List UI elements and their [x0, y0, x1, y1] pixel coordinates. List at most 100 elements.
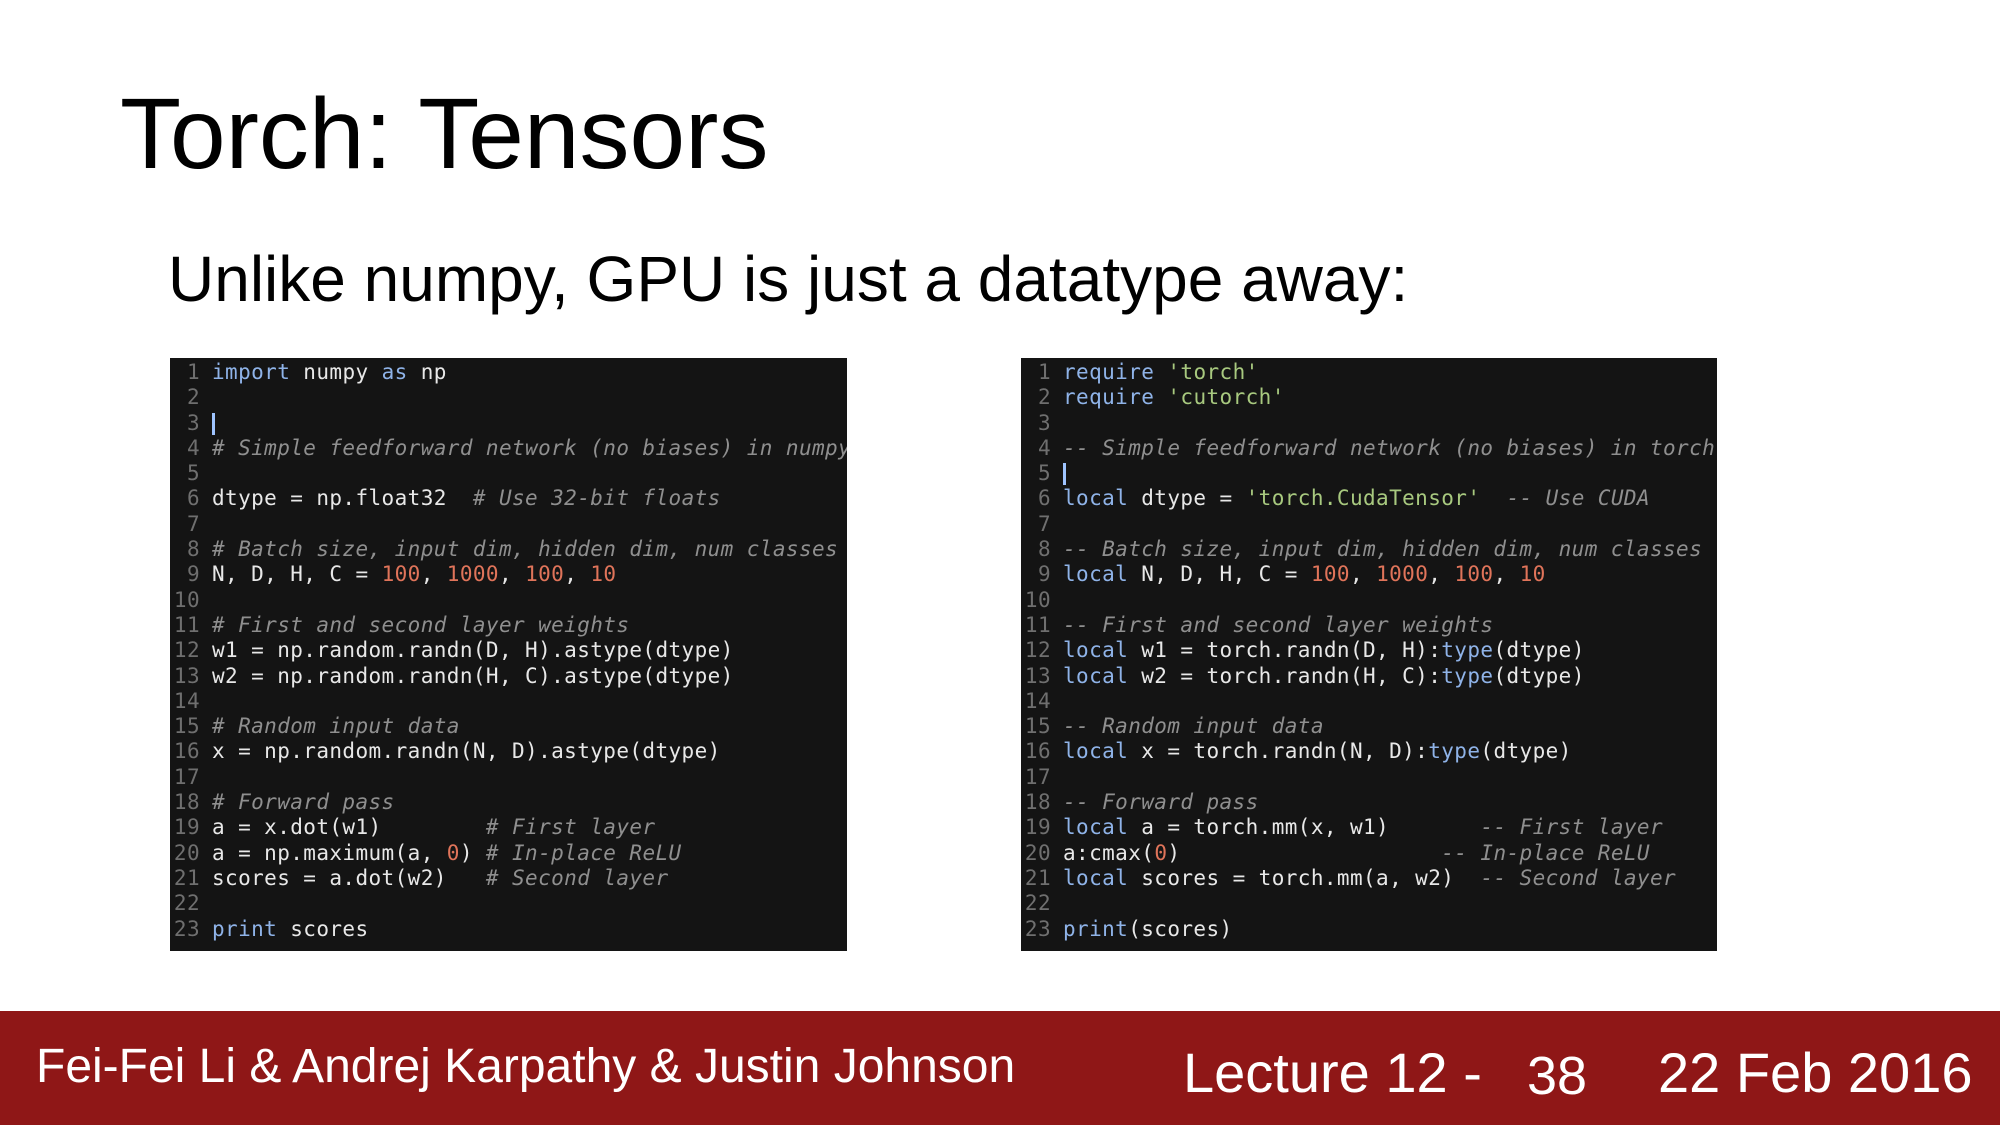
code-token: require — [1063, 385, 1155, 410]
code-line: 19 local a = torch.mm(x, w1) -- First lay… — [1021, 815, 1717, 840]
code-token: w2 = np.random.randn(H, C).astype(dtype) — [212, 663, 734, 688]
line-number: 13 — [173, 663, 200, 688]
code-text: # Batch size, input dim, hidden dim, num… — [212, 537, 838, 562]
code-text: dtype = np.float32 # Use 32-bit floats — [212, 486, 721, 511]
code-text: -- Simple feedforward network (no biases… — [1063, 436, 1715, 461]
line-number: 10 — [173, 587, 200, 612]
line-number: 7 — [186, 511, 200, 536]
code-token: , — [564, 562, 591, 587]
code-token: , — [420, 562, 447, 587]
torch-code-panel: 1 require 'torch' 2 require 'cutorch' 3 4 -- S… — [1021, 358, 1717, 951]
code-token: -- Forward pass — [1063, 790, 1259, 815]
code-token: # Use 32-bit floats — [472, 486, 721, 511]
slide-title: Torch: Tensors — [120, 78, 769, 190]
line-number: 23 — [1024, 916, 1051, 941]
line-number: 8 — [186, 537, 200, 562]
code-token: x = torch.randn(N, D): — [1128, 739, 1429, 764]
code-line: 1 import numpy as np — [170, 360, 847, 385]
code-token: N, D, H, C = — [1128, 562, 1311, 587]
code-line: 5 — [1021, 461, 1717, 486]
line-number: 21 — [173, 865, 200, 890]
line-number: 1 — [1037, 360, 1051, 384]
slide-subtitle: Unlike numpy, GPU is just a datatype awa… — [168, 243, 1409, 315]
torch-code: 1 require 'torch' 2 require 'cutorch' 3 4 -- S… — [1021, 358, 1717, 942]
line-number: 17 — [1024, 764, 1051, 789]
line-number: 12 — [1024, 638, 1051, 663]
code-token: -- Second layer — [1480, 865, 1677, 890]
code-token: local — [1063, 739, 1129, 764]
line-number: 21 — [1024, 865, 1051, 890]
line-number: 2 — [1037, 385, 1051, 410]
code-token: a = np.maximum(a, — [212, 840, 447, 865]
code-token: a = x.dot(w1) — [212, 815, 486, 840]
code-text: N, D, H, C = 100, 1000, 100, 10 — [212, 562, 616, 587]
code-token: -- Use CUDA — [1506, 486, 1650, 511]
line-number: 22 — [1024, 891, 1051, 916]
code-text: # Forward pass — [212, 790, 395, 815]
code-token: # Forward pass — [212, 790, 395, 815]
code-token: 100 — [381, 562, 421, 587]
line-number: 19 — [173, 815, 200, 840]
code-token: # Random input data — [212, 714, 460, 739]
code-line: 21 local scores = torch.mm(a, w2) -- Seco… — [1021, 866, 1717, 891]
code-line: 10 — [1021, 588, 1717, 613]
code-token: dtype = — [1128, 486, 1246, 511]
code-token: -- Batch size, input dim, hidden dim, nu… — [1063, 537, 1703, 562]
code-token: as — [381, 360, 408, 384]
code-line: 15 # Random input data — [170, 714, 847, 739]
code-line: 14 — [1021, 689, 1717, 714]
code-text — [1063, 461, 1066, 486]
code-text: require 'cutorch' — [1063, 385, 1285, 410]
code-line: 6 local dtype = 'torch.CudaTensor' -- Use… — [1021, 486, 1717, 511]
code-token: 0 — [446, 840, 460, 865]
code-token: # Simple feedforward network (no biases)… — [212, 435, 847, 460]
code-text: local x = torch.randn(N, D):type(dtype) — [1063, 739, 1572, 764]
code-token: -- First and second layer weights — [1063, 612, 1494, 637]
line-number: 10 — [1024, 587, 1051, 612]
code-token: dtype = np.float32 — [212, 486, 473, 511]
code-line: 5 — [170, 461, 847, 486]
code-token: ) — [459, 840, 486, 865]
code-line: 18 -- Forward pass — [1021, 790, 1717, 815]
code-line: 22 — [1021, 891, 1717, 916]
code-token: 10 — [1519, 562, 1546, 587]
code-line: 7 — [170, 512, 847, 537]
code-token: type — [1441, 638, 1494, 663]
code-token: type — [1441, 663, 1494, 688]
code-token: , — [1493, 562, 1520, 587]
line-number: 12 — [173, 638, 200, 663]
line-number: 16 — [173, 739, 200, 764]
line-number: 18 — [173, 790, 200, 815]
code-token: # Batch size, input dim, hidden dim, num… — [212, 537, 839, 562]
code-token: numpy — [290, 360, 382, 384]
code-line: 14 — [170, 689, 847, 714]
code-line: 23 print scores — [170, 917, 847, 942]
code-line: 21 scores = a.dot(w2) # Second layer — [170, 866, 847, 891]
code-text: w1 = np.random.randn(D, H).astype(dtype) — [212, 638, 734, 663]
code-text: local a = torch.mm(x, w1) -- First layer — [1063, 815, 1663, 840]
line-number: 14 — [1024, 688, 1051, 713]
code-token: , — [498, 562, 526, 587]
code-text: a = np.maximum(a, 0) # In-place ReLU — [212, 841, 682, 866]
line-number: 9 — [186, 562, 200, 587]
code-line: 9 N, D, H, C = 100, 1000, 100, 10 — [170, 562, 847, 587]
code-token: scores — [277, 916, 369, 941]
code-text: scores = a.dot(w2) # Second layer — [212, 866, 669, 891]
code-text: local scores = torch.mm(a, w2) -- Second… — [1063, 866, 1676, 891]
code-token: -- Random input data — [1063, 714, 1324, 739]
code-line: 12 local w1 = torch.randn(D, H):type(dtyp… — [1021, 638, 1717, 663]
code-text: -- Random input data — [1063, 714, 1324, 739]
code-line: 11 -- First and second layer weights — [1021, 613, 1717, 638]
line-number: 11 — [173, 612, 200, 637]
code-token: a:cmax( — [1063, 840, 1155, 865]
code-token: scores = a.dot(w2) — [212, 865, 486, 890]
code-token: 10 — [590, 562, 617, 587]
line-number: 4 — [1037, 435, 1051, 460]
line-number: 17 — [173, 764, 200, 789]
code-token: , — [1349, 562, 1377, 587]
code-token: ) — [1167, 840, 1442, 865]
code-line: 4 -- Simple feedforward network (no biase… — [1021, 436, 1717, 461]
code-token: -- In-place ReLU — [1441, 840, 1650, 865]
text-cursor — [212, 412, 215, 435]
